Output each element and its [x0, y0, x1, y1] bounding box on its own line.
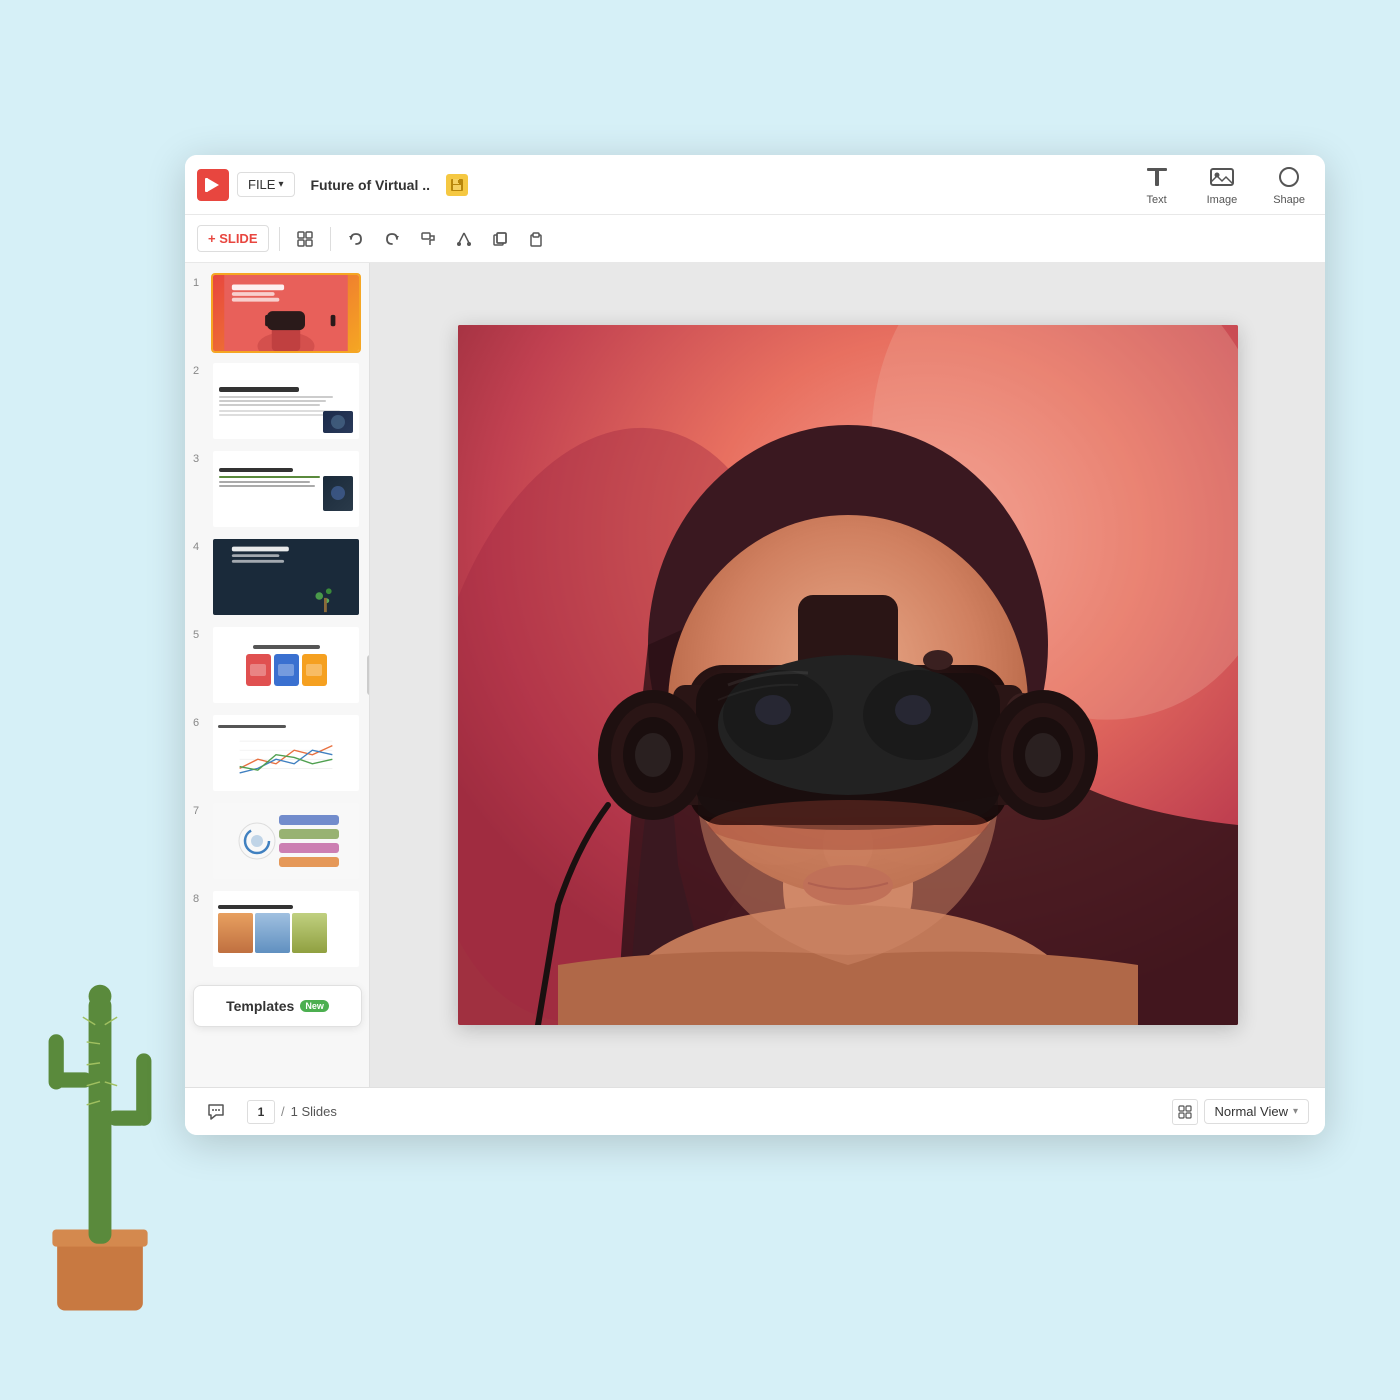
add-slide-label: + SLIDE [208, 231, 258, 246]
slide-number-8: 8 [193, 889, 205, 905]
copy-button[interactable] [485, 224, 515, 254]
undo-button[interactable] [341, 224, 371, 254]
slide-canvas[interactable] [458, 325, 1238, 1025]
shape-tool-icon [1275, 163, 1303, 191]
slide-thumbnail-8[interactable]: 8 [193, 889, 361, 969]
app-logo[interactable] [197, 169, 229, 201]
shape-tool-label: Shape [1273, 194, 1305, 206]
total-slides: 1 Slides [291, 1104, 337, 1119]
toolbar-tools: Text Image [1135, 159, 1313, 210]
slide-thumbnail-3[interactable]: 3 [193, 449, 361, 529]
app-window: FILE ▾ Future of Virtual .. [185, 155, 1325, 1135]
paste-button[interactable] [521, 224, 551, 254]
normal-view-label: Normal View [1215, 1104, 1288, 1119]
slide-image-7 [211, 801, 361, 881]
canvas-area [370, 263, 1325, 1087]
image-tool[interactable]: Image [1199, 159, 1246, 210]
slide-thumbnail-6[interactable]: 6 [193, 713, 361, 793]
templates-button[interactable]: Templates New [193, 985, 362, 1027]
slide-image-4 [211, 537, 361, 617]
slide-thumbnail-7[interactable]: 7 [193, 801, 361, 881]
image-tool-label: Image [1207, 194, 1238, 206]
slide-number-6: 6 [193, 713, 205, 729]
templates-new-badge: New [300, 1000, 329, 1012]
redo-button[interactable] [377, 224, 407, 254]
format-painter-button[interactable] [413, 224, 443, 254]
view-controls: Normal View ▾ [1172, 1099, 1309, 1125]
toolbar-separator [279, 227, 280, 251]
slide-number-1: 1 [193, 273, 205, 289]
current-page-number[interactable]: 1 [247, 1100, 275, 1124]
save-icon[interactable] [446, 174, 468, 196]
slide-number-4: 4 [193, 537, 205, 553]
slide-image-8 [211, 889, 361, 969]
file-label: FILE [248, 177, 275, 192]
slide-number-5: 5 [193, 625, 205, 641]
toolbar-secondary: + SLIDE [185, 215, 1325, 263]
slide-thumbnail-2[interactable]: 2 [193, 361, 361, 441]
image-tool-icon [1208, 163, 1236, 191]
slide-thumbnail-4[interactable]: 4 [193, 537, 361, 617]
text-tool[interactable]: Text [1135, 159, 1179, 210]
slide-panel: 1 [185, 263, 370, 1087]
cactus-decoration [0, 920, 200, 1320]
main-area: 1 [185, 263, 1325, 1087]
slide-thumbnail-5[interactable]: 5 [193, 625, 361, 705]
page-indicator: 1 / 1 Slides [247, 1100, 337, 1124]
slide-thumbnail-1[interactable]: 1 [193, 273, 361, 353]
grid-view-icon[interactable] [1172, 1099, 1198, 1125]
vr-illustration [458, 325, 1238, 1025]
slide-image-1 [211, 273, 361, 353]
slide-number-3: 3 [193, 449, 205, 465]
document-title: Future of Virtual .. [311, 177, 431, 193]
file-menu-button[interactable]: FILE ▾ [237, 172, 295, 197]
slide-number-2: 2 [193, 361, 205, 377]
templates-label: Templates [226, 998, 294, 1014]
normal-view-button[interactable]: Normal View ▾ [1204, 1099, 1309, 1124]
slide-number-7: 7 [193, 801, 205, 817]
slide-image-5 [211, 625, 361, 705]
slide-image-2 [211, 361, 361, 441]
text-tool-icon [1143, 163, 1171, 191]
view-chevron-icon: ▾ [1293, 1106, 1298, 1117]
toolbar-separator-2 [330, 227, 331, 251]
slide-background [458, 325, 1238, 1025]
text-tool-label: Text [1147, 194, 1167, 206]
file-chevron-icon: ▾ [278, 179, 283, 190]
slide-image-3 [211, 449, 361, 529]
shape-tool[interactable]: Shape [1265, 159, 1313, 210]
layout-button[interactable] [290, 224, 320, 254]
slide-image-6 [211, 713, 361, 793]
toolbar-primary: FILE ▾ Future of Virtual .. [185, 155, 1325, 215]
add-slide-button[interactable]: + SLIDE [197, 225, 269, 252]
cut-button[interactable] [449, 224, 479, 254]
chat-button[interactable] [201, 1097, 231, 1127]
bottom-bar: 1 / 1 Slides Normal View ▾ [185, 1087, 1325, 1135]
